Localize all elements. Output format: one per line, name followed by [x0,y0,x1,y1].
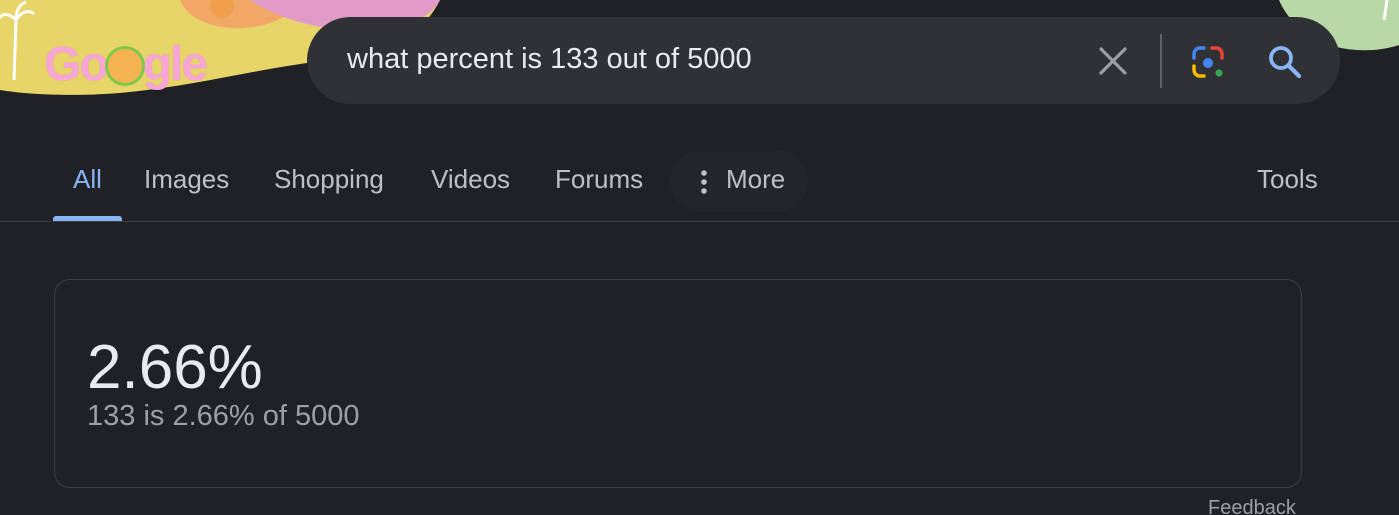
search-input[interactable]: what percent is 133 out of 5000 [347,43,752,76]
tab-videos[interactable]: Videos [431,164,510,195]
doodle-face-icon [104,46,145,86]
logo-text-right: gle [142,37,208,91]
result-explanation: 133 is 2.66% of 5000 [87,400,360,432]
search-tabs: All Images Shopping Videos Forums More T… [0,150,1399,222]
search-divider [1160,34,1162,88]
more-vert-icon [701,170,707,194]
tabs-divider [0,221,1399,222]
tab-shopping[interactable]: Shopping [274,164,384,195]
search-button[interactable] [1265,42,1305,82]
logo-text-left: Go [44,37,109,91]
tab-all[interactable]: All [73,164,102,195]
close-icon [1099,47,1127,75]
google-doodle-logo[interactable]: Go gle [44,34,208,94]
search-box[interactable]: what percent is 133 out of 5000 [307,17,1340,104]
search-results-page: Go gle what percent is 133 out of 5000 A… [0,0,1399,515]
result-value: 2.66% [87,333,263,402]
feedback-link[interactable]: Feedback [1208,497,1296,515]
tab-images[interactable]: Images [144,164,229,195]
tab-more[interactable]: More [726,164,785,195]
tab-forums[interactable]: Forums [555,164,643,195]
tools-button[interactable]: Tools [1257,164,1318,195]
clear-button[interactable] [1095,43,1131,79]
google-lens-icon [1192,46,1224,78]
calculator-result-card: 2.66% 133 is 2.66% of 5000 [54,279,1302,488]
google-lens-button[interactable] [1188,42,1228,82]
search-icon [1269,46,1302,79]
